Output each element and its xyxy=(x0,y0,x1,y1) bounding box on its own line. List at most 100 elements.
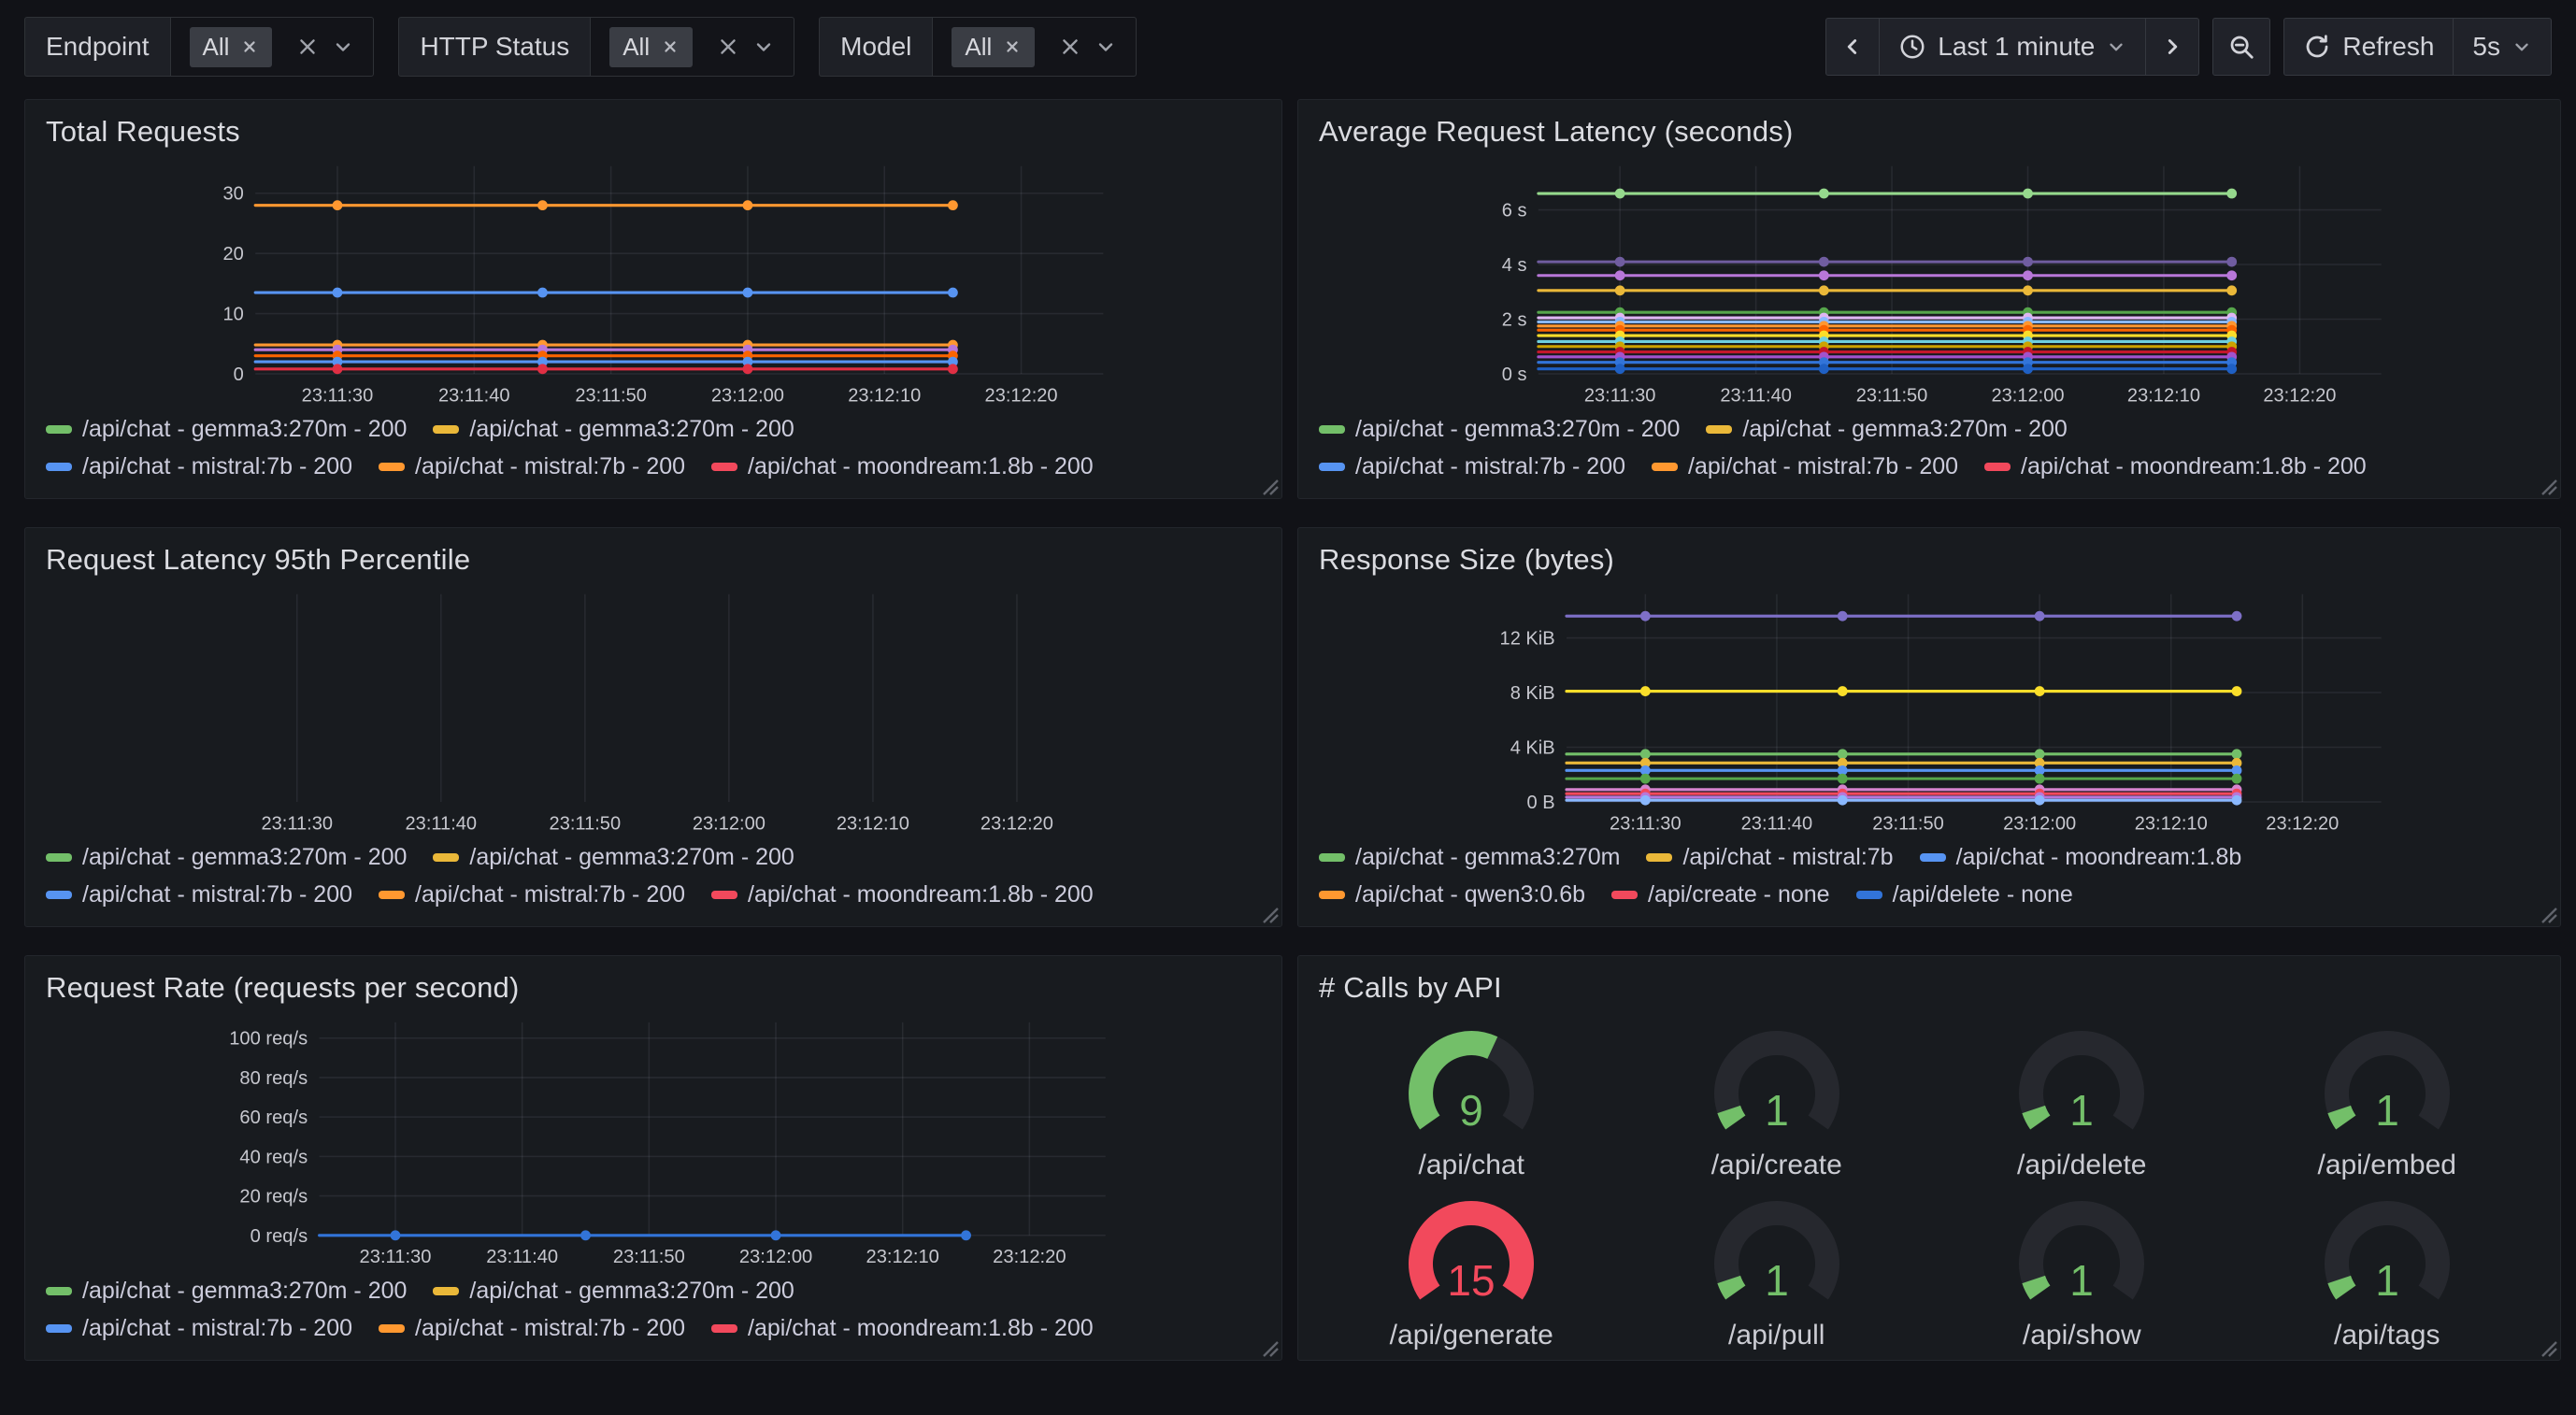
time-series-plot[interactable]: 23:11:3023:11:4023:11:5023:12:0023:12:10… xyxy=(46,584,1261,836)
gauge-label: /api/create xyxy=(1711,1150,1842,1181)
legend-swatch xyxy=(379,891,405,899)
filter-value-pill[interactable]: All xyxy=(952,27,1035,67)
panel-response-size: Response Size (bytes) 23:11:3023:11:4023… xyxy=(1297,527,2561,927)
svg-text:23:12:10: 23:12:10 xyxy=(837,813,909,834)
svg-text:40 req/s: 40 req/s xyxy=(239,1147,308,1167)
legend-label: /api/chat - moondream:1.8b xyxy=(1956,844,2242,871)
time-series-plot[interactable]: 23:11:3023:11:4023:11:5023:12:0023:12:10… xyxy=(1319,584,2540,836)
time-series-plot[interactable]: 23:11:3023:11:4023:11:5023:12:0023:12:10… xyxy=(46,156,1261,408)
chart-request-latency-95th[interactable]: 23:11:3023:11:4023:11:5023:12:0023:12:10… xyxy=(46,584,1261,836)
clear-selection-icon[interactable] xyxy=(717,36,739,58)
legend-item[interactable]: /api/chat - gemma3:270m - 200 xyxy=(433,416,794,443)
time-shift-forward-button[interactable] xyxy=(2145,18,2199,76)
refresh-button[interactable]: Refresh xyxy=(2283,18,2454,76)
legend-swatch xyxy=(1646,853,1672,862)
legend-item[interactable]: /api/create - none xyxy=(1611,881,1830,908)
legend-item[interactable]: /api/chat - mistral:7b - 200 xyxy=(379,1315,685,1342)
panel-resize-handle[interactable] xyxy=(1260,477,1279,495)
gauge-value: 1 xyxy=(1765,1086,1789,1135)
legend-label: /api/chat - mistral:7b - 200 xyxy=(82,1315,352,1342)
legend-swatch xyxy=(46,1324,72,1333)
chevron-down-icon[interactable] xyxy=(1095,36,1117,58)
chart-average-request-latency[interactable]: 23:11:3023:11:4023:11:5023:12:0023:12:10… xyxy=(1319,156,2540,408)
legend-label: /api/chat - moondream:1.8b - 200 xyxy=(748,1315,1094,1342)
legend-item[interactable]: /api/chat - mistral:7b - 200 xyxy=(46,1315,352,1342)
filter-endpoint: Endpoint All xyxy=(24,17,374,77)
filter-value-text: All xyxy=(623,33,650,62)
refresh-interval-dropdown[interactable]: 5s xyxy=(2453,18,2552,76)
chart-response-size[interactable]: 23:11:3023:11:4023:11:5023:12:0023:12:10… xyxy=(1319,584,2540,836)
clear-selection-icon[interactable] xyxy=(1059,36,1081,58)
legend-item[interactable]: /api/chat - mistral:7b - 200 xyxy=(46,453,352,480)
legend-item[interactable]: /api/chat - moondream:1.8b - 200 xyxy=(711,881,1094,908)
legend-swatch xyxy=(433,425,459,434)
chevron-down-icon[interactable] xyxy=(752,36,775,58)
filter-value-pill[interactable]: All xyxy=(609,27,693,67)
time-series-plot[interactable]: 23:11:3023:11:4023:11:5023:12:0023:12:10… xyxy=(46,1012,1261,1270)
svg-text:23:12:00: 23:12:00 xyxy=(711,385,784,406)
time-range-picker[interactable]: Last 1 minute xyxy=(1879,18,2146,76)
clear-selection-icon[interactable] xyxy=(296,36,319,58)
svg-text:23:11:30: 23:11:30 xyxy=(1584,385,1656,406)
panel-resize-handle[interactable] xyxy=(2539,477,2557,495)
panel-total-requests: Total Requests 23:11:3023:11:4023:11:502… xyxy=(24,99,1282,499)
panel-resize-handle[interactable] xyxy=(1260,905,1279,923)
legend-item[interactable]: /api/chat - mistral:7b - 200 xyxy=(379,881,685,908)
legend-item[interactable]: /api/chat - gemma3:270m - 200 xyxy=(46,1278,407,1305)
svg-text:23:11:50: 23:11:50 xyxy=(575,385,647,406)
legend-item[interactable]: /api/chat - mistral:7b xyxy=(1646,844,1893,871)
close-icon[interactable] xyxy=(1003,37,1022,56)
panel-resize-handle[interactable] xyxy=(2539,905,2557,923)
filter-value-pill[interactable]: All xyxy=(190,27,273,67)
legend-label: /api/chat - qwen3:0.6b xyxy=(1355,881,1585,908)
legend-item[interactable]: /api/chat - gemma3:270m - 200 xyxy=(1319,416,1680,443)
svg-text:23:11:50: 23:11:50 xyxy=(1872,813,1944,834)
chart-series xyxy=(1538,189,2237,374)
panel-title: Response Size (bytes) xyxy=(1319,543,2540,577)
close-icon[interactable] xyxy=(240,37,259,56)
legend-item[interactable]: /api/chat - gemma3:270m xyxy=(1319,844,1620,871)
legend-item[interactable]: /api/chat - mistral:7b - 200 xyxy=(1319,453,1625,480)
legend-item[interactable]: /api/chat - gemma3:270m - 200 xyxy=(1706,416,2067,443)
time-shift-back-button[interactable] xyxy=(1825,18,1880,76)
filter-value-text: All xyxy=(965,33,992,62)
panel-resize-handle[interactable] xyxy=(1260,1338,1279,1357)
legend-swatch xyxy=(711,1324,737,1333)
time-series-plot[interactable]: 23:11:3023:11:4023:11:5023:12:0023:12:10… xyxy=(1319,156,2540,408)
legend-label: /api/chat - gemma3:270m - 200 xyxy=(82,416,407,443)
chart-request-rate[interactable]: 23:11:3023:11:4023:11:5023:12:0023:12:10… xyxy=(46,1012,1261,1270)
legend-item[interactable]: /api/chat - moondream:1.8b - 200 xyxy=(711,1315,1094,1342)
legend-swatch xyxy=(711,463,737,471)
legend-item[interactable]: /api/chat - mistral:7b - 200 xyxy=(379,453,685,480)
legend-item[interactable]: /api/delete - none xyxy=(1856,881,2073,908)
panel-title: # Calls by API xyxy=(1319,971,2540,1005)
legend-item[interactable]: /api/chat - moondream:1.8b - 200 xyxy=(711,453,1094,480)
panel-resize-handle[interactable] xyxy=(2539,1338,2557,1357)
legend-item[interactable]: /api/chat - gemma3:270m - 200 xyxy=(433,844,794,871)
legend-label: /api/chat - gemma3:270m - 200 xyxy=(469,416,794,443)
legend-item[interactable]: /api/chat - mistral:7b - 200 xyxy=(46,881,352,908)
close-icon[interactable] xyxy=(661,37,680,56)
filter-value-box[interactable]: All xyxy=(170,17,375,77)
legend-item[interactable]: /api/chat - moondream:1.8b - 200 xyxy=(1984,453,2367,480)
panel-title: Request Rate (requests per second) xyxy=(46,971,1261,1005)
filter-value-box[interactable]: All xyxy=(590,17,794,77)
legend-item[interactable]: /api/chat - qwen3:0.6b xyxy=(1319,881,1585,908)
svg-text:23:11:40: 23:11:40 xyxy=(406,813,478,834)
svg-text:23:11:50: 23:11:50 xyxy=(1856,385,1928,406)
zoom-out-button[interactable] xyxy=(2212,18,2270,76)
legend-item[interactable]: /api/chat - moondream:1.8b xyxy=(1920,844,2242,871)
legend-row: /api/chat - gemma3:270m - 200/api/chat -… xyxy=(46,1272,1261,1309)
legend-row: /api/chat - mistral:7b - 200/api/chat - … xyxy=(46,876,1261,913)
legend-item[interactable]: /api/chat - gemma3:270m - 200 xyxy=(46,416,407,443)
chart-legend: /api/chat - gemma3:270m - 200/api/chat -… xyxy=(46,408,1261,491)
chevron-down-icon[interactable] xyxy=(332,36,354,58)
svg-text:23:12:20: 23:12:20 xyxy=(985,385,1058,406)
legend-item[interactable]: /api/chat - gemma3:270m - 200 xyxy=(433,1278,794,1305)
legend-item[interactable]: /api/chat - mistral:7b - 200 xyxy=(1652,453,1958,480)
chart-total-requests[interactable]: 23:11:3023:11:4023:11:5023:12:0023:12:10… xyxy=(46,156,1261,408)
filter-value-box[interactable]: All xyxy=(932,17,1137,77)
legend-item[interactable]: /api/chat - gemma3:270m - 200 xyxy=(46,844,407,871)
legend-label: /api/chat - gemma3:270m - 200 xyxy=(1742,416,2067,443)
chart-legend: /api/chat - gemma3:270m - 200/api/chat -… xyxy=(46,1270,1261,1352)
